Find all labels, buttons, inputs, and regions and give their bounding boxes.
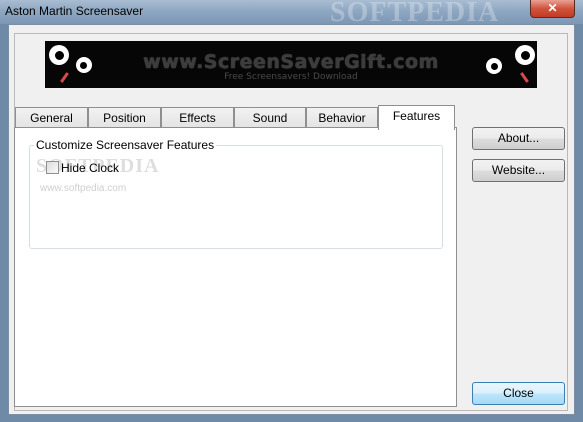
right-eye-small-icon [486,58,502,74]
panel-watermark-small: www.softpedia.com [40,183,127,194]
tab-label: Sound [252,111,288,125]
tab-features[interactable]: Features [378,105,455,130]
right-eye-icon [515,45,535,65]
close-button[interactable]: Close [472,382,565,405]
tab-effects[interactable]: Effects [161,107,234,128]
website-button[interactable]: Website... [472,159,565,182]
website-button-label: Website... [491,163,546,177]
banner-image[interactable]: www.ScreenSaverGift.com Free Screensaver… [45,41,537,88]
tab-sound[interactable]: Sound [234,107,306,128]
tab-label: Behavior [318,111,366,125]
tab-label: General [30,111,73,125]
tab-behavior[interactable]: Behavior [306,107,378,128]
title-bar[interactable]: Aston Martin Screensaver SOFTPEDIA ✕ [0,0,583,28]
hide-clock-checkbox[interactable] [46,161,59,174]
close-icon: ✕ [547,1,558,15]
window-close-button[interactable]: ✕ [530,0,575,18]
tab-general[interactable]: General [15,107,88,128]
close-button-label: Close [503,386,534,400]
about-button-label: About... [497,131,540,145]
about-button[interactable]: About... [472,127,565,150]
window-title: Aston Martin Screensaver [5,4,144,18]
tab-label: Features [392,109,441,123]
tab-label: Effects [179,111,216,125]
groupbox-label: Customize Screensaver Features [34,138,217,152]
banner-subtitle: Free Screensavers! Download [224,72,358,82]
hide-clock-label[interactable]: Hide Clock [61,161,119,175]
tab-position[interactable]: Position [88,107,161,128]
banner-title: www.ScreenSaverGift.com [143,51,439,73]
tab-label: Position [103,111,146,125]
